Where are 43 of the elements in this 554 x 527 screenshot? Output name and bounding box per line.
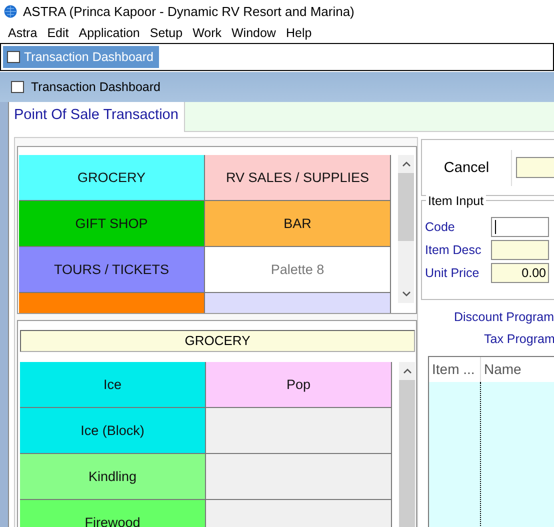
item-button[interactable]: Ice [20,362,206,408]
link[interactable]: Tax Program [421,328,554,350]
globe-icon [4,5,17,18]
category-button[interactable]: GROCERY [19,155,205,201]
input-field[interactable] [491,240,549,260]
category-button[interactable]: GIFT SHOP [19,201,205,247]
tab[interactable]: Point Of Sale Transaction [9,102,186,132]
menu-item[interactable]: Work [188,26,226,40]
menu-item[interactable]: Astra [3,26,42,40]
app-title: ASTRA (Princa Kapoor - Dynamic RV Resort and Marina) [23,4,354,19]
scroll-up-icon[interactable] [402,368,412,374]
column-header[interactable]: Name [481,357,522,382]
window-icon [11,81,24,93]
menu-item[interactable]: Window [226,26,281,40]
category-header: GROCERY [20,330,415,352]
item-button[interactable] [206,408,392,454]
window-title: Transaction Dashboard [31,80,160,94]
input-field[interactable] [491,216,549,236]
scrollbar[interactable] [399,362,415,527]
category-button[interactable]: Palette 8 [205,247,391,293]
scrollbar[interactable] [398,155,414,303]
item-button[interactable]: Kindling [20,454,206,500]
item-button[interactable]: Pop [206,362,392,408]
link[interactable]: Discount Program [421,306,554,328]
item-button[interactable]: Ice (Block) [20,408,206,454]
category-button[interactable]: TOURS / TICKETS [19,247,205,293]
input-field[interactable]: 0.00 [491,262,549,282]
group-title: Item Input [426,194,486,208]
menu-item[interactable]: Application [74,26,145,40]
field-label: Code [424,220,456,234]
item-button[interactable] [206,454,392,500]
menu-item[interactable]: Help [280,26,317,40]
column-header[interactable]: Item ... [429,357,481,382]
item-button[interactable]: Firewood [20,500,206,527]
menu-item[interactable]: Edit [42,26,74,40]
menu-item[interactable]: Setup [144,26,188,40]
category-button[interactable]: RV SALES / SUPPLIES [205,155,391,201]
scroll-up-icon[interactable] [402,161,410,167]
input-field[interactable] [516,157,554,178]
scroll-down-icon[interactable] [402,291,410,297]
field-label: Unit Price [424,266,480,280]
field-label: Item Desc [424,242,482,256]
category-button[interactable]: BAR [205,201,391,247]
